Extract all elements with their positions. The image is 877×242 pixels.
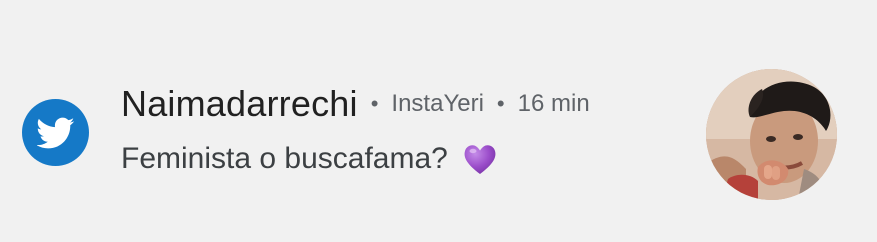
purple-heart-icon	[462, 141, 498, 177]
separator-dot: •	[370, 91, 379, 116]
timestamp: 16 min	[517, 90, 590, 117]
account-name: InstaYeri	[391, 90, 484, 117]
twitter-bird-icon	[22, 99, 89, 166]
avatar[interactable]	[706, 69, 837, 200]
sender-name: Naimadarrechi	[121, 83, 358, 124]
notification-card[interactable]: Naimadarrechi • InstaYeri • 16 min Femin…	[0, 0, 877, 242]
message-text: Feminista o buscafama?	[121, 142, 448, 175]
separator-dot: •	[496, 91, 505, 116]
notification-header: Naimadarrechi • InstaYeri • 16 min	[121, 80, 590, 128]
notification-message: Feminista o buscafama?	[121, 136, 498, 182]
